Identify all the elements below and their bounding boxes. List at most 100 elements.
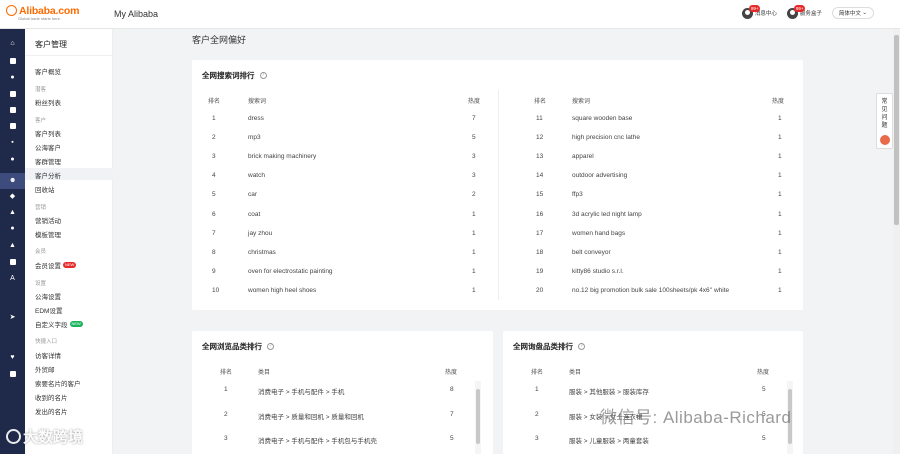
- col-heat: 热度: [772, 99, 785, 105]
- cell-rank: 7: [212, 229, 216, 237]
- assistant-avatar-icon: [880, 135, 890, 145]
- sidebar-item-trade-mail[interactable]: 外贸邮: [35, 364, 55, 374]
- sidebar-item-groups[interactable]: 客群管理: [35, 156, 61, 166]
- cell-heat: 1: [778, 210, 782, 218]
- order-icon[interactable]: ▪: [9, 139, 16, 146]
- marketing-icon[interactable]: ◆: [9, 193, 16, 200]
- cell-rank: 16: [536, 210, 544, 218]
- sidebar-item-recycle-bin[interactable]: 回收站: [35, 184, 55, 194]
- cell-rank: 10: [212, 286, 220, 294]
- cell-keyword: brick making machinery: [248, 153, 317, 161]
- cell-keyword: women hand bags: [572, 229, 626, 237]
- settings-icon[interactable]: ●: [9, 225, 16, 232]
- sub-sidebar: 客户管理 客户概览 潜客 粉丝列表 客户 客户列表 公海客户 客群管理 客户分析…: [25, 29, 113, 454]
- help-icon[interactable]: ?: [259, 72, 267, 79]
- sidebar-item-fans[interactable]: 粉丝列表: [35, 97, 61, 107]
- cell-heat: 1: [778, 267, 782, 275]
- cell-rank: 20: [536, 286, 544, 294]
- cell-rank: 3: [212, 153, 216, 161]
- heart-icon[interactable]: ♥: [9, 354, 16, 361]
- sidebar-item-visitor-details[interactable]: 访客详情: [35, 350, 61, 360]
- sidebar-item-overview[interactable]: 客户概览: [35, 66, 61, 76]
- scrollbar[interactable]: [475, 381, 481, 454]
- col-category: 类目: [258, 370, 271, 376]
- cell-category: 消费电子 > 质量和回机 > 质量和回机: [258, 413, 364, 421]
- cell-heat: 7: [450, 410, 454, 418]
- cell-rank: 2: [224, 410, 228, 418]
- cell-keyword: belt conveyor: [572, 248, 611, 256]
- cell-keyword: mp3: [248, 134, 261, 142]
- card-title: 全网搜索词排行: [202, 71, 255, 80]
- cell-heat: 1: [778, 115, 782, 122]
- sidebar-item-edm-settings[interactable]: EDM设置: [35, 305, 62, 315]
- cell-keyword: 3d acrylic led night lamp: [572, 210, 642, 218]
- cell-rank: 1: [212, 115, 216, 122]
- scrollbar-thumb[interactable]: [476, 389, 480, 444]
- cell-heat: 5: [450, 435, 454, 442]
- cell-category: 服装 > 其他服装 > 服装库存: [569, 389, 649, 396]
- message-icon[interactable]: [9, 123, 16, 129]
- brand-logo-icon: [6, 429, 21, 444]
- product-icon[interactable]: [9, 91, 16, 97]
- cell-keyword: christmas: [248, 248, 276, 256]
- box-icon[interactable]: [9, 371, 16, 377]
- col-category: 类目: [569, 370, 582, 376]
- finance-icon[interactable]: [9, 259, 16, 265]
- bell-icon[interactable]: ▲: [9, 242, 16, 249]
- cell-heat: 3: [472, 172, 476, 180]
- sidebar-item-campaigns[interactable]: 营销活动: [35, 215, 61, 225]
- sidebar-item-sent-cards[interactable]: 发出的名片: [35, 406, 68, 416]
- service-box-button[interactable]: 99+ 服务盒子: [786, 4, 822, 19]
- home-icon[interactable]: ⌂: [9, 40, 16, 47]
- sidebar-item-received-cards[interactable]: 收到的名片: [35, 392, 68, 402]
- cell-keyword: jay zhou: [248, 229, 273, 237]
- cell-heat: 1: [472, 267, 476, 275]
- sidebar-item-custom-fields[interactable]: 自定义字段 NEW: [35, 319, 83, 329]
- cell-heat: 8: [450, 386, 454, 393]
- cell-rank: 14: [536, 172, 544, 180]
- shield-icon[interactable]: ●: [9, 74, 16, 81]
- cell-keyword: dress: [248, 115, 264, 122]
- alibaba-logo-icon: [6, 5, 17, 16]
- cell-keyword: no.12 big promotion bulk sale 100sheets/…: [572, 286, 730, 294]
- data-icon[interactable]: ▲: [9, 209, 16, 216]
- page-scrollbar[interactable]: [893, 29, 900, 454]
- cell-rank: 1: [535, 386, 539, 393]
- sidebar-item-templates[interactable]: 模板管理: [35, 229, 61, 239]
- page-scrollbar-thumb[interactable]: [894, 35, 899, 225]
- language-select[interactable]: 简体中文 ⌄: [831, 7, 874, 19]
- sidebar-item-member-settings[interactable]: 会员设置 NEW: [35, 260, 77, 270]
- sidebar-item-public-customers[interactable]: 公海客户: [35, 142, 61, 152]
- alibaba-logo[interactable]: Alibaba.com Global trade starts here.: [6, 5, 98, 25]
- sidebar-item-customer-analysis[interactable]: 客户分析: [35, 170, 61, 180]
- cell-keyword: kitty86 studio s.r.l.: [572, 267, 624, 275]
- app-title[interactable]: My Alibaba: [114, 9, 158, 19]
- store-icon[interactable]: [9, 58, 16, 64]
- cell-category: 服装 > 儿童服装 > 两童套装: [569, 438, 649, 445]
- text-icon[interactable]: A: [9, 275, 16, 282]
- cell-rank: 11: [536, 115, 543, 122]
- message-center-button[interactable]: 99+ 消息中心: [741, 4, 777, 19]
- sidebar-item-public-settings[interactable]: 公海设置: [35, 291, 61, 301]
- sidebar-group-marketing: 营销: [35, 205, 47, 211]
- send-icon[interactable]: ➤: [9, 314, 16, 321]
- sidebar-item-card-requests[interactable]: 索要名片的客户: [35, 378, 81, 388]
- cell-category: 消费电子 > 手机与配件 > 手机包与手机壳: [258, 438, 377, 445]
- help-icon[interactable]: ?: [578, 343, 585, 350]
- col-heat: 热度: [757, 370, 770, 376]
- search-ranking-card: 全网搜索词排行? 排名 搜索词 热度 排名 搜索词 热度 1 dress 7 2 mp3…: [192, 60, 803, 310]
- cell-heat: 1: [472, 286, 476, 294]
- cell-heat: 1: [778, 286, 782, 294]
- faq-button[interactable]: 常见问题: [876, 93, 893, 149]
- cell-rank: 17: [536, 229, 544, 237]
- grid-icon[interactable]: [9, 107, 16, 113]
- sidebar-item-customer-list[interactable]: 客户列表: [35, 128, 61, 138]
- help-icon[interactable]: ?: [267, 343, 274, 350]
- col-keyword: 搜索词: [248, 99, 267, 105]
- location-icon[interactable]: ●: [9, 156, 16, 163]
- cell-heat: 1: [472, 229, 476, 237]
- cell-keyword: coat: [248, 210, 261, 218]
- cell-keyword: outdoor advertising: [572, 172, 628, 180]
- cell-keyword: watch: [248, 172, 265, 180]
- customer-icon[interactable]: ☻: [9, 177, 16, 184]
